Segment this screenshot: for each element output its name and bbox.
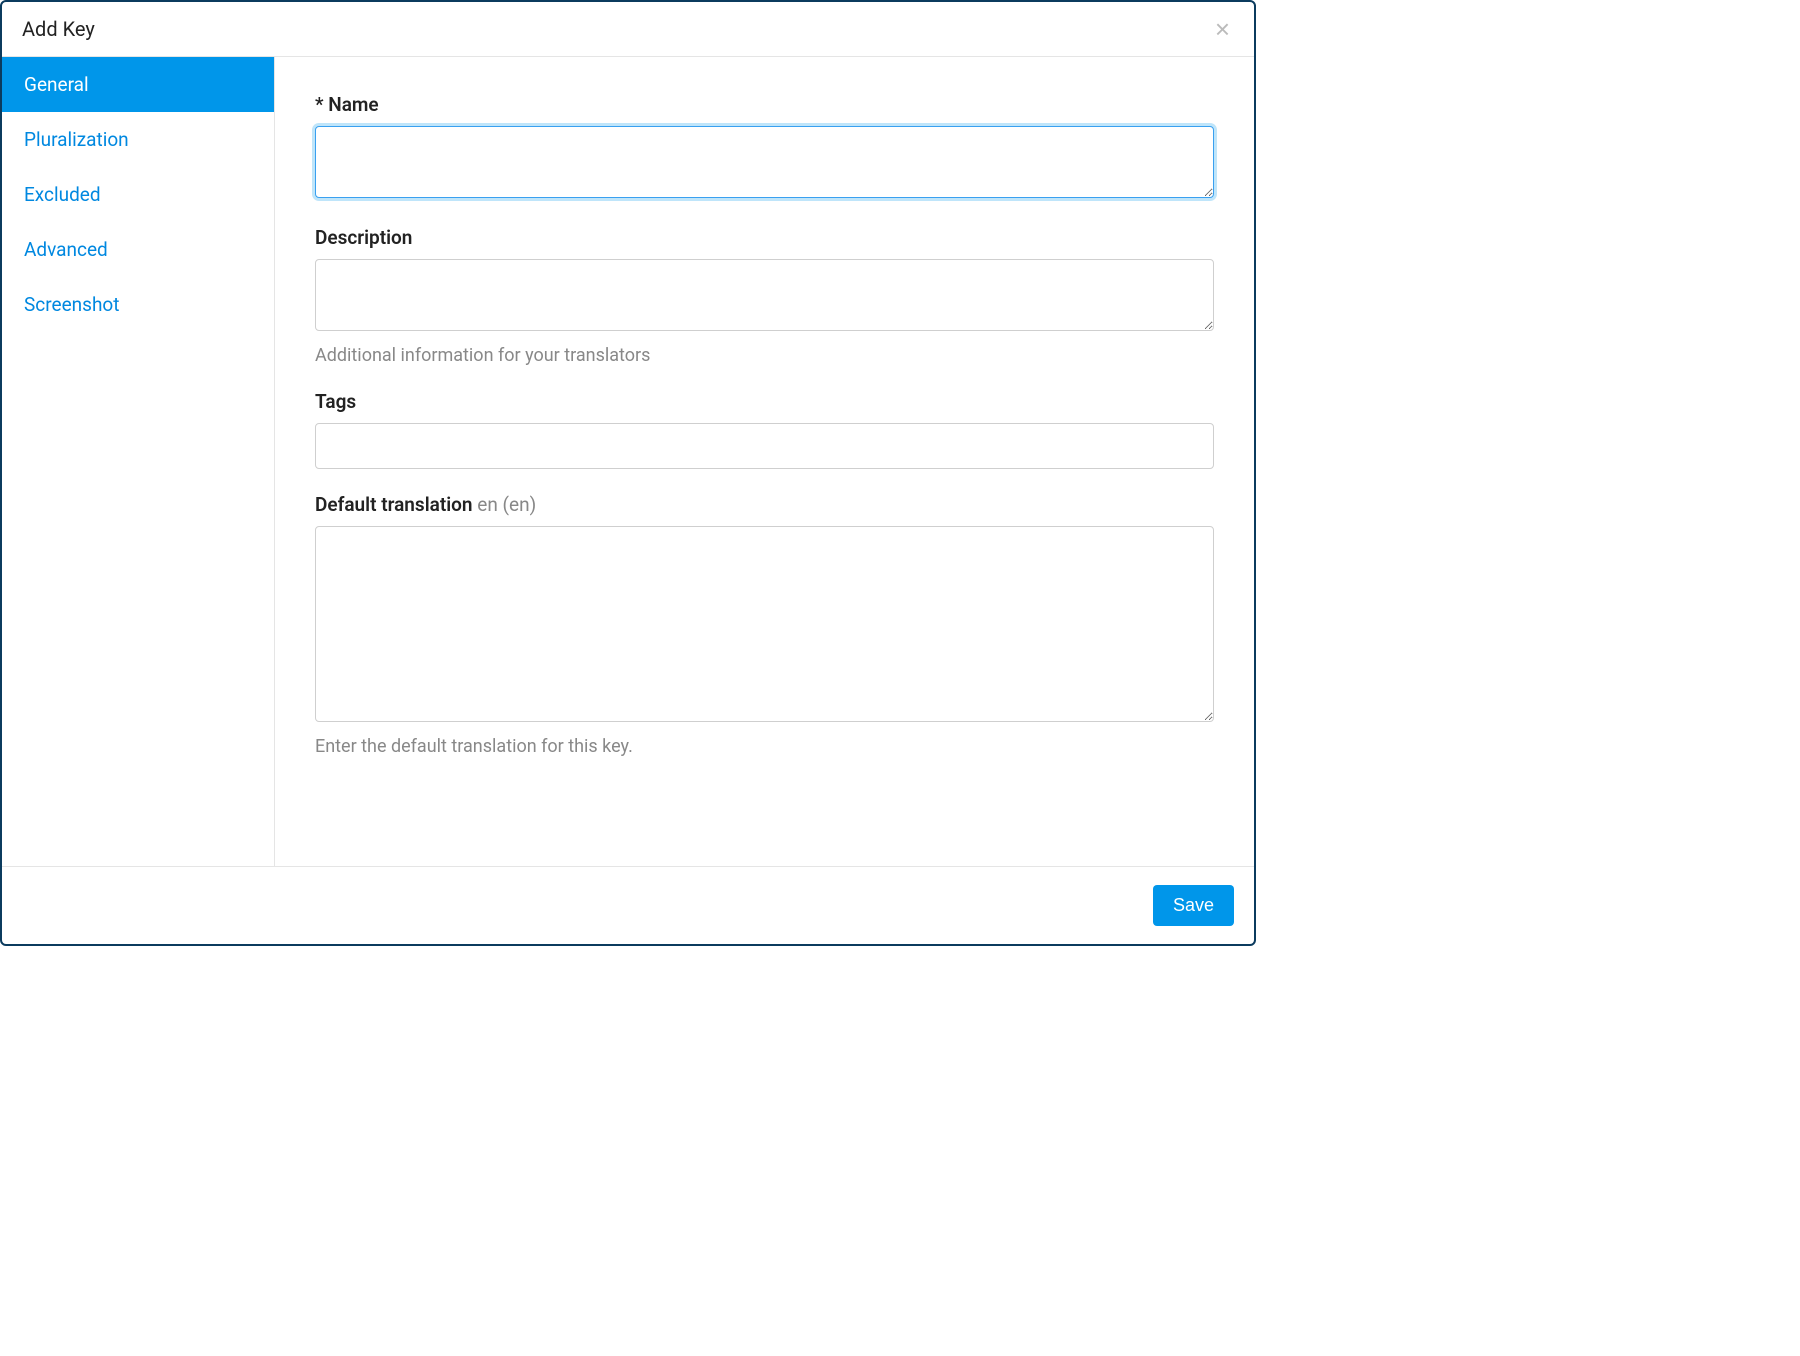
tags-input[interactable] <box>315 423 1214 469</box>
default-translation-label-text: Default translation <box>315 493 477 516</box>
description-input[interactable] <box>315 259 1214 331</box>
description-help: Additional information for your translat… <box>315 345 1214 366</box>
sidebar: General Pluralization Excluded Advanced … <box>2 57 275 866</box>
default-translation-label-suffix: en (en) <box>477 493 536 516</box>
form-group-description: Description Additional information for y… <box>315 226 1214 366</box>
sidebar-item-pluralization[interactable]: Pluralization <box>2 112 274 167</box>
sidebar-item-excluded[interactable]: Excluded <box>2 167 274 222</box>
tags-label: Tags <box>315 390 1214 413</box>
modal-title: Add Key <box>22 17 95 41</box>
close-button[interactable]: × <box>1211 16 1234 42</box>
modal-header: Add Key × <box>2 2 1254 57</box>
default-translation-help: Enter the default translation for this k… <box>315 736 1214 757</box>
add-key-modal: Add Key × General Pluralization Excluded… <box>0 0 1256 946</box>
default-translation-input[interactable] <box>315 526 1214 722</box>
modal-footer: Save <box>2 866 1254 944</box>
name-input[interactable] <box>315 126 1214 198</box>
name-label: * Name <box>315 93 1214 116</box>
save-button[interactable]: Save <box>1153 885 1234 926</box>
form-content: * Name Description Additional informatio… <box>275 57 1254 866</box>
default-translation-label: Default translation en (en) <box>315 493 1214 516</box>
sidebar-item-general[interactable]: General <box>2 57 274 112</box>
sidebar-item-label: Pluralization <box>24 128 129 151</box>
sidebar-item-advanced[interactable]: Advanced <box>2 222 274 277</box>
description-label: Description <box>315 226 1214 249</box>
form-group-tags: Tags <box>315 390 1214 469</box>
form-group-default-translation: Default translation en (en) Enter the de… <box>315 493 1214 757</box>
sidebar-item-screenshot[interactable]: Screenshot <box>2 277 274 332</box>
sidebar-item-label: Excluded <box>24 183 101 206</box>
sidebar-item-label: Advanced <box>24 238 108 261</box>
sidebar-item-label: General <box>24 73 89 96</box>
modal-body: General Pluralization Excluded Advanced … <box>2 57 1254 866</box>
form-group-name: * Name <box>315 93 1214 202</box>
sidebar-item-label: Screenshot <box>24 293 119 316</box>
